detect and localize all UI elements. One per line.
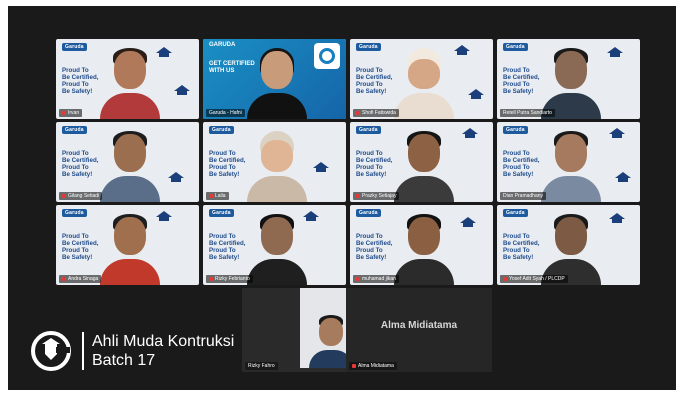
background-brand: Garuda	[62, 209, 87, 217]
background-brand: Garuda	[209, 209, 234, 217]
participant-video	[541, 207, 601, 285]
background-brand: Garuda	[209, 126, 234, 134]
participant-video	[247, 124, 307, 202]
participant-video	[394, 41, 454, 119]
participant-tile[interactable]: Garuda Proud To Be Certified, Proud To B…	[56, 39, 199, 119]
garuda-logo-icon	[314, 43, 340, 69]
graduation-cap-icon	[313, 162, 329, 172]
graduation-cap-icon	[168, 172, 184, 182]
graduation-cap-icon	[462, 128, 478, 138]
participant-name: Prazky Setiajay	[353, 192, 400, 200]
participant-grid: Garuda Proud To Be Certified, Proud To B…	[56, 39, 640, 286]
participant-video	[541, 124, 601, 202]
graduation-cap-icon	[460, 217, 476, 227]
participant-name: Dian Pramadhany	[500, 192, 547, 200]
background-brand: Garuda	[356, 209, 381, 217]
background-slogan: Proud To Be Certified, Proud To Be Safet…	[62, 150, 99, 178]
participant-tile[interactable]: Garuda Proud To Be Certified, Proud To B…	[497, 39, 640, 119]
participant-video	[100, 124, 160, 202]
participant-tile[interactable]: Garuda Proud To Be Certified, Proud To B…	[56, 122, 199, 202]
background-brand: Garuda	[356, 43, 381, 51]
background-brand: Garuda	[503, 43, 528, 51]
background-slogan: Proud To Be Certified, Proud To Be Safet…	[356, 150, 393, 178]
graduation-cap-icon	[609, 213, 625, 223]
host-slide-logo: GARUDA	[209, 42, 236, 48]
participant-name: Garuda - Hafni	[206, 109, 245, 117]
background-slogan: Proud To Be Certified, Proud To Be Safet…	[209, 150, 246, 178]
caption-line-2: Batch 17	[92, 352, 156, 369]
participant-video	[247, 207, 307, 285]
background-brand: Garuda	[356, 126, 381, 134]
participant-name: Alma Midiatama	[349, 362, 397, 370]
background-brand: Garuda	[62, 126, 87, 134]
mic-muted-icon	[352, 363, 356, 368]
participant-tile[interactable]: Garuda Proud To Be Certified, Proud To B…	[350, 122, 493, 202]
background-slogan: Proud To Be Certified, Proud To Be Safet…	[503, 150, 540, 178]
graduation-cap-icon	[454, 45, 470, 55]
mic-muted-icon	[356, 276, 360, 281]
participant-video	[100, 207, 160, 285]
participant-tile[interactable]: Garuda Proud To Be Certified, Proud To B…	[350, 205, 493, 285]
background-slogan: Proud To Be Certified, Proud To Be Safet…	[356, 67, 393, 95]
participant-video	[541, 41, 601, 119]
participant-tile[interactable]: Garuda Proud To Be Certified, Proud To B…	[350, 39, 493, 119]
mic-muted-icon	[209, 276, 213, 281]
participant-name: Retell Putra Sandiarto	[500, 109, 555, 117]
garuda-shield-icon	[31, 331, 71, 371]
caption-line-1: Ahli Muda Kontruksi	[92, 333, 235, 350]
event-caption: Ahli Muda Kontruksi Batch 17	[82, 332, 234, 370]
participant-name: Shofi Fatiswida	[353, 109, 399, 117]
background-slogan: Proud To Be Certified, Proud To Be Safet…	[62, 233, 99, 261]
mic-muted-icon	[503, 276, 507, 281]
participant-video	[100, 41, 160, 119]
participant-name: muhamad jikan	[353, 275, 399, 283]
graduation-cap-icon	[468, 89, 484, 99]
participant-name: Rizky Fahro	[245, 362, 278, 370]
participant-display-name: Alma Midiatama	[380, 320, 458, 331]
participant-video	[247, 41, 307, 119]
mic-muted-icon	[62, 193, 66, 198]
participant-video	[394, 207, 454, 285]
participant-name: Irvan	[59, 109, 83, 117]
participant-name: Andra Sinaga	[59, 275, 102, 283]
graduation-cap-icon	[174, 85, 190, 95]
mic-muted-icon	[62, 110, 66, 115]
mic-muted-icon	[62, 276, 66, 281]
background-slogan: Proud To Be Certified, Proud To Be Safet…	[62, 67, 99, 95]
participant-tile[interactable]: Garuda Proud To Be Certified, Proud To B…	[56, 205, 199, 285]
participant-name: Laila	[206, 192, 229, 200]
participant-tile[interactable]: Garuda Proud To Be Certified, Proud To B…	[497, 205, 640, 285]
participant-name: Rizky Febrianto	[206, 275, 253, 283]
background-slogan: Proud To Be Certified, Proud To Be Safet…	[503, 67, 540, 95]
mic-muted-icon	[356, 110, 360, 115]
background-slogan: Proud To Be Certified, Proud To Be Safet…	[209, 233, 246, 261]
background-brand: Garuda	[503, 209, 528, 217]
participant-tile-active-speaker[interactable]: GARUDA GET CERTIFIED WITH US Garuda - Ha…	[203, 39, 346, 119]
mic-muted-icon	[209, 193, 213, 198]
participant-video	[394, 124, 454, 202]
participant-tile[interactable]: Garuda Proud To Be Certified, Proud To B…	[497, 122, 640, 202]
background-slogan: Proud To Be Certified, Proud To Be Safet…	[503, 233, 540, 261]
graduation-cap-icon	[615, 172, 631, 182]
participant-name: Yosef Adit Syah / PLCDP	[500, 275, 568, 283]
mic-muted-icon	[356, 193, 360, 198]
graduation-cap-icon	[607, 47, 623, 57]
background-brand: Garuda	[62, 43, 87, 51]
background-brand: Garuda	[503, 126, 528, 134]
background-slogan: Proud To Be Certified, Proud To Be Safet…	[356, 233, 393, 261]
participant-tile[interactable]: Garuda Proud To Be Certified, Proud To B…	[203, 205, 346, 285]
participant-tile-video-off[interactable]: Alma Midiatama Alma Midiatama	[346, 288, 492, 372]
graduation-cap-icon	[609, 128, 625, 138]
participant-tile[interactable]: Garuda Proud To Be Certified, Proud To B…	[203, 122, 346, 202]
participant-name: Gilang Setiadi	[59, 192, 103, 200]
